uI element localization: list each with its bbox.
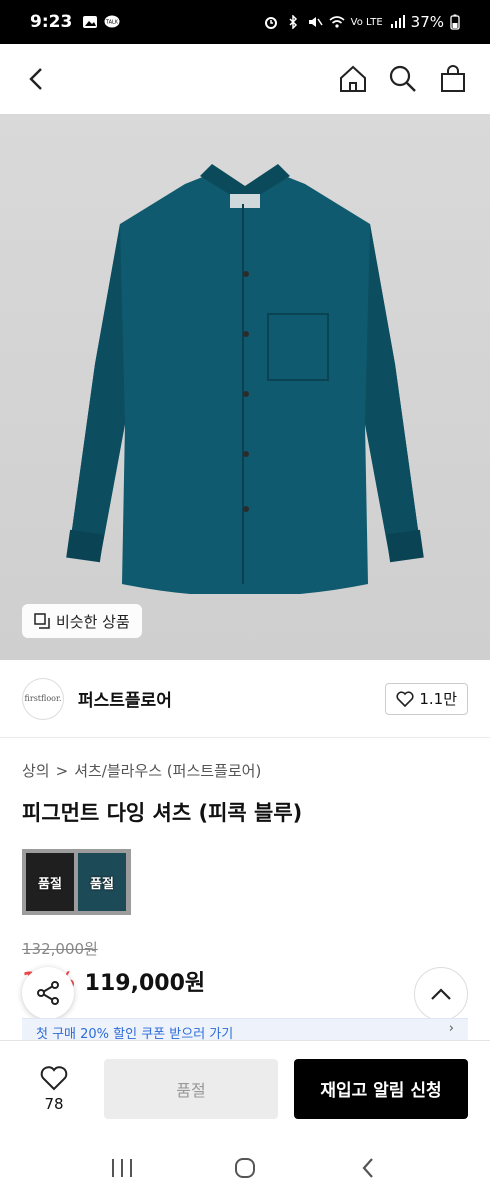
shopping-bag-button[interactable] [438,64,468,94]
status-right: Vo LTE 37% [263,13,460,31]
home-button[interactable] [338,64,368,94]
option-peacock-blue-status: 품절 [90,876,114,892]
brand-logo-text: firstfloor. [24,694,62,703]
breadcrumb: 상의 > 셔츠/블라우스 (퍼스트플로어) [22,760,261,781]
heart-icon [40,1065,68,1090]
chevron-up-icon [431,988,451,1000]
product-title: 피그먼트 다잉 셔츠 (피콕 블루) [22,801,303,825]
back-arrow-icon [362,1158,374,1178]
brand-logo[interactable]: firstfloor. [22,677,64,720]
restock-alert-button[interactable]: 재입고 알림 신청 [294,1058,468,1119]
battery-icon [450,14,460,30]
shopping-bag-icon [441,65,465,92]
mute-icon [308,17,323,27]
back-button[interactable] [22,64,52,94]
recent-apps-icon [111,1159,132,1177]
recent-apps-button[interactable] [102,1148,142,1188]
notification-icons: TALK [82,15,120,29]
system-back-button[interactable] [348,1148,388,1188]
status-bar: 9:23 TALK Vo LTE 37% [0,0,490,44]
heart-icon [396,690,414,707]
signal-icon [390,15,405,28]
talk-icon: TALK [104,15,120,28]
original-price: 132,000원 [22,940,98,958]
sale-price: 119,000원 [84,971,206,996]
svg-text:TALK: TALK [105,20,119,26]
battery-percent: 37% [410,13,444,31]
wishlist-button[interactable]: 78 [22,1065,86,1113]
brand-name[interactable]: 퍼스트플로어 [78,686,172,711]
option-black[interactable]: 품절 [26,853,74,911]
scroll-top-button[interactable] [414,967,468,1021]
product-image[interactable]: 비슷한 상품 [0,114,490,660]
shirt-image [66,164,424,594]
home-icon [340,65,366,92]
brand-like-button[interactable]: 1.1만 [385,682,468,715]
gallery-icon [83,16,98,28]
home-circle-icon [234,1158,255,1178]
search-button[interactable] [388,64,418,94]
coupon-banner[interactable]: 첫 구매 20% 할인 쿠폰 받으러 가기 › [22,1018,468,1040]
search-icon [389,65,416,92]
share-icon [37,981,59,1005]
option-peacock-blue[interactable]: 품절 [78,853,126,911]
status-time: 9:23 [30,12,73,32]
chevron-right-icon: › [448,1021,454,1036]
brand-like-count: 1.1만 [419,690,457,708]
breadcrumb-separator: > [55,761,69,780]
breadcrumb-category[interactable]: 상의 [22,760,50,781]
breadcrumb-subcategory[interactable]: 셔츠/블라우스 (퍼스트플로어) [74,760,261,781]
bluetooth-icon [289,15,297,29]
color-options: 품절 품절 [22,849,131,915]
wishlist-count: 78 [44,1094,64,1113]
soldout-button[interactable]: 품절 [104,1058,278,1119]
home-system-button[interactable] [225,1148,265,1188]
share-button[interactable] [22,967,74,1019]
chevron-left-icon [29,68,42,90]
system-navigation-bar [0,1136,490,1200]
similar-products-label: 비슷한 상품 [56,612,130,631]
top-navigation [0,44,490,114]
coupon-text: 첫 구매 20% 할인 쿠폰 받으러 가기 [36,1027,234,1040]
alarm-icon [264,17,277,29]
bottom-action-bar: 78 품절 재입고 알림 신청 [0,1040,490,1136]
similar-products-button[interactable]: 비슷한 상품 [22,604,142,638]
option-black-status: 품절 [38,876,62,892]
brand-row: firstfloor. 퍼스트플로어 1.1만 [0,660,490,738]
copy-icon [34,613,50,629]
network-label: Vo LTE [350,16,383,28]
wifi-icon [329,16,345,28]
